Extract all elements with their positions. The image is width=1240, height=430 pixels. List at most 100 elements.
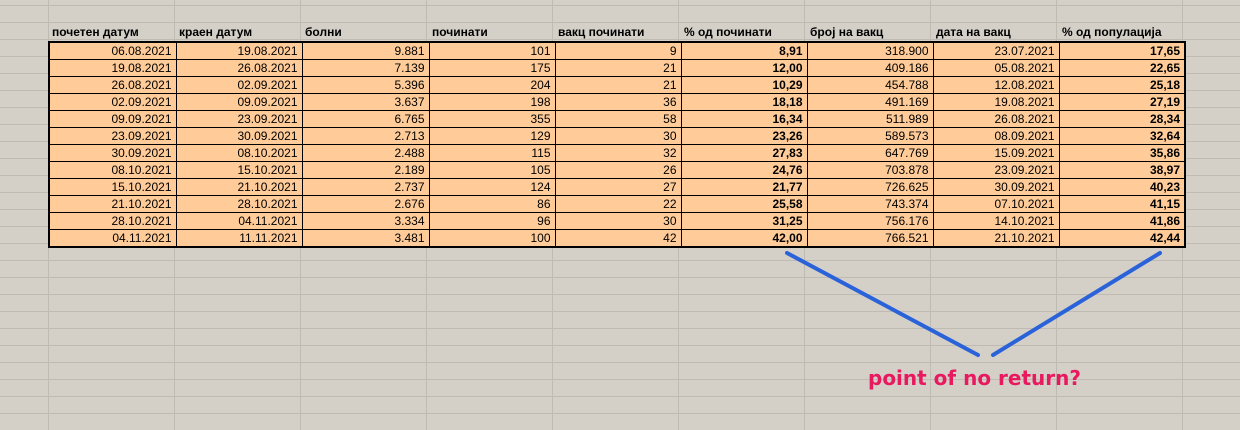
table-cell[interactable]: 25,58: [680, 195, 808, 213]
table-cell[interactable]: 15.10.2021: [175, 161, 303, 179]
table-cell[interactable]: 42,44: [1058, 229, 1186, 248]
table-cell[interactable]: 23.09.2021: [48, 127, 177, 145]
table-cell[interactable]: 18,18: [680, 93, 808, 111]
table-cell[interactable]: 27: [554, 178, 682, 196]
table-cell[interactable]: 100: [428, 229, 556, 248]
table-cell[interactable]: 27,83: [680, 144, 808, 162]
table-cell[interactable]: 42: [554, 229, 682, 248]
table-cell[interactable]: 318.900: [806, 41, 934, 60]
table-cell[interactable]: 23.07.2021: [932, 41, 1060, 60]
table-cell[interactable]: 41,86: [1058, 212, 1186, 230]
table-cell[interactable]: 09.09.2021: [175, 93, 303, 111]
table-cell[interactable]: 02.09.2021: [175, 76, 303, 94]
table-cell[interactable]: 19.08.2021: [932, 93, 1060, 111]
table-cell[interactable]: 11.11.2021: [175, 229, 303, 248]
table-cell[interactable]: 511.989: [806, 110, 934, 128]
table-cell[interactable]: 105: [428, 161, 556, 179]
table-cell[interactable]: 10,29: [680, 76, 808, 94]
table-cell[interactable]: 115: [428, 144, 556, 162]
table-cell[interactable]: 42,00: [680, 229, 808, 248]
table-cell[interactable]: 726.625: [806, 178, 934, 196]
table-cell[interactable]: 08.09.2021: [932, 127, 1060, 145]
header-cell-deceased[interactable]: починати: [429, 22, 555, 42]
table-cell[interactable]: 23,26: [680, 127, 808, 145]
table-cell[interactable]: 3.637: [301, 93, 430, 111]
table-cell[interactable]: 14.10.2021: [932, 212, 1060, 230]
table-cell[interactable]: 38,97: [1058, 161, 1186, 179]
table-cell[interactable]: 04.11.2021: [48, 229, 177, 248]
table-cell[interactable]: 6.765: [301, 110, 430, 128]
table-cell[interactable]: 25,18: [1058, 76, 1186, 94]
table-cell[interactable]: 9: [554, 41, 682, 60]
table-cell[interactable]: 30: [554, 212, 682, 230]
table-cell[interactable]: 26.08.2021: [48, 76, 177, 94]
table-cell[interactable]: 08.10.2021: [48, 161, 177, 179]
table-cell[interactable]: 129: [428, 127, 556, 145]
table-cell[interactable]: 96: [428, 212, 556, 230]
header-cell-vaccinated-deceased[interactable]: вакц починати: [555, 22, 681, 42]
table-cell[interactable]: 766.521: [806, 229, 934, 248]
table-cell[interactable]: 41,15: [1058, 195, 1186, 213]
table-cell[interactable]: 31,25: [680, 212, 808, 230]
table-cell[interactable]: 28.10.2021: [48, 212, 177, 230]
table-cell[interactable]: 2.713: [301, 127, 430, 145]
table-cell[interactable]: 32,64: [1058, 127, 1186, 145]
table-cell[interactable]: 30: [554, 127, 682, 145]
table-cell[interactable]: 30.09.2021: [175, 127, 303, 145]
table-cell[interactable]: 647.769: [806, 144, 934, 162]
header-cell-end-date[interactable]: краен датум: [176, 22, 302, 42]
table-cell[interactable]: 30.09.2021: [48, 144, 177, 162]
table-cell[interactable]: 30.09.2021: [932, 178, 1060, 196]
table-cell[interactable]: 27,19: [1058, 93, 1186, 111]
table-cell[interactable]: 19.08.2021: [48, 59, 177, 77]
table-cell[interactable]: 21.10.2021: [48, 195, 177, 213]
header-cell-percent-deceased[interactable]: % од починати: [681, 22, 807, 42]
table-cell[interactable]: 35,86: [1058, 144, 1186, 162]
table-cell[interactable]: 101: [428, 41, 556, 60]
table-cell[interactable]: 124: [428, 178, 556, 196]
table-cell[interactable]: 21.10.2021: [932, 229, 1060, 248]
table-cell[interactable]: 26: [554, 161, 682, 179]
table-cell[interactable]: 589.573: [806, 127, 934, 145]
table-cell[interactable]: 15.09.2021: [932, 144, 1060, 162]
table-cell[interactable]: 2.737: [301, 178, 430, 196]
table-cell[interactable]: 409.186: [806, 59, 934, 77]
table-cell[interactable]: 23.09.2021: [932, 161, 1060, 179]
table-cell[interactable]: 86: [428, 195, 556, 213]
table-cell[interactable]: 7.139: [301, 59, 430, 77]
table-cell[interactable]: 58: [554, 110, 682, 128]
table-cell[interactable]: 21: [554, 59, 682, 77]
header-cell-start-date[interactable]: почетен датум: [49, 22, 176, 42]
table-cell[interactable]: 05.08.2021: [932, 59, 1060, 77]
table-cell[interactable]: 28.10.2021: [175, 195, 303, 213]
table-cell[interactable]: 08.10.2021: [175, 144, 303, 162]
table-cell[interactable]: 02.09.2021: [48, 93, 177, 111]
table-cell[interactable]: 198: [428, 93, 556, 111]
table-cell[interactable]: 12.08.2021: [932, 76, 1060, 94]
table-cell[interactable]: 32: [554, 144, 682, 162]
table-cell[interactable]: 3.334: [301, 212, 430, 230]
table-cell[interactable]: 8,91: [680, 41, 808, 60]
table-cell[interactable]: 24,76: [680, 161, 808, 179]
table-cell[interactable]: 22: [554, 195, 682, 213]
table-cell[interactable]: 491.169: [806, 93, 934, 111]
table-cell[interactable]: 9.881: [301, 41, 430, 60]
table-cell[interactable]: 22,65: [1058, 59, 1186, 77]
table-cell[interactable]: 36: [554, 93, 682, 111]
table-cell[interactable]: 21,77: [680, 178, 808, 196]
table-cell[interactable]: 21: [554, 76, 682, 94]
table-cell[interactable]: 175: [428, 59, 556, 77]
table-cell[interactable]: 28,34: [1058, 110, 1186, 128]
table-cell[interactable]: 06.08.2021: [48, 41, 177, 60]
table-cell[interactable]: 23.09.2021: [175, 110, 303, 128]
table-cell[interactable]: 2.676: [301, 195, 430, 213]
header-cell-percent-population[interactable]: % од популација: [1059, 22, 1185, 42]
table-cell[interactable]: 2.189: [301, 161, 430, 179]
table-cell[interactable]: 5.396: [301, 76, 430, 94]
header-cell-vaccine-count[interactable]: број на вакц: [807, 22, 933, 42]
table-cell[interactable]: 09.09.2021: [48, 110, 177, 128]
table-cell[interactable]: 40,23: [1058, 178, 1186, 196]
table-cell[interactable]: 454.788: [806, 76, 934, 94]
table-cell[interactable]: 703.878: [806, 161, 934, 179]
header-cell-sick[interactable]: болни: [302, 22, 429, 42]
